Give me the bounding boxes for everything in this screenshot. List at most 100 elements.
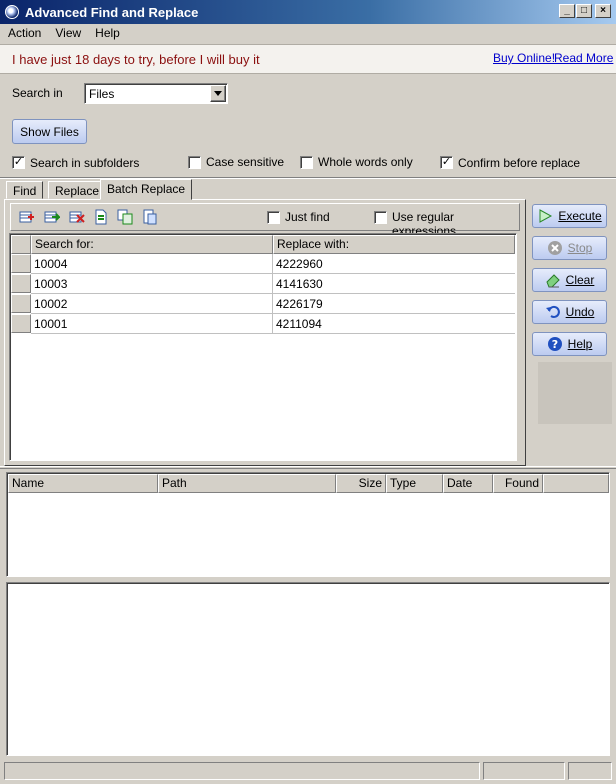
help-button[interactable]: ? Help <box>532 332 607 356</box>
search-cell[interactable]: 10001 <box>31 314 273 334</box>
menu-view[interactable]: View <box>47 26 87 40</box>
divider <box>0 177 616 179</box>
show-files-button[interactable]: Show Files <box>12 119 87 144</box>
splitter[interactable] <box>0 466 616 469</box>
stop-label: Stop <box>567 241 593 255</box>
tab-replace-label: Replace <box>55 184 100 198</box>
column-header-search-label: Search for: <box>35 237 94 251</box>
search-cell[interactable]: 10004 <box>31 254 273 274</box>
row-selector[interactable] <box>11 274 31 293</box>
svg-text:?: ? <box>551 338 557 351</box>
column-header-found[interactable]: Found <box>493 474 543 493</box>
undo-icon <box>545 305 560 318</box>
add-row-icon[interactable] <box>19 209 35 225</box>
show-files-label: Show Files <box>20 124 79 139</box>
stop-button[interactable]: Stop <box>532 236 607 260</box>
column-type-label: Type <box>390 476 417 490</box>
tab-batch-replace-label: Batch Replace <box>107 182 186 196</box>
whole-words-label: Whole words only <box>318 155 413 169</box>
trial-message: I have just 18 days to try, before I wil… <box>12 52 260 67</box>
row-selector[interactable] <box>11 294 31 313</box>
column-header-search[interactable]: Search for: <box>31 235 273 254</box>
dropdown-arrow-button[interactable] <box>210 85 226 102</box>
execute-button[interactable]: Execute <box>532 204 607 228</box>
buy-online-link[interactable]: Buy Online! <box>493 51 555 65</box>
preview-pane[interactable] <box>6 582 610 756</box>
read-more-link[interactable]: Read More <box>554 51 613 65</box>
tab-find[interactable]: Find <box>6 181 44 199</box>
column-header-filler <box>543 474 609 493</box>
just-find-checkbox[interactable] <box>267 211 280 224</box>
case-sensitive-checkbox[interactable] <box>188 156 201 169</box>
column-header-type[interactable]: Type <box>386 474 443 493</box>
chevron-down-icon <box>214 91 222 96</box>
undo-button[interactable]: Undo <box>532 300 607 324</box>
search-cell[interactable]: 10002 <box>31 294 273 314</box>
window-title: Advanced Find and Replace <box>25 4 199 20</box>
clear-button[interactable]: Clear <box>532 268 607 292</box>
column-header-date[interactable]: Date <box>443 474 493 493</box>
export-list-icon[interactable] <box>142 209 158 225</box>
search-in-label: Search in <box>12 86 63 100</box>
status-segment-2 <box>483 762 565 780</box>
subfolders-checkbox[interactable]: ✓ <box>12 156 25 169</box>
menu-action[interactable]: Action <box>0 26 47 40</box>
grid-corner <box>11 235 31 254</box>
case-sensitive-label: Case sensitive <box>206 155 285 169</box>
undo-label: Undo <box>565 305 595 319</box>
help-label: Help <box>567 337 593 351</box>
help-icon: ? <box>547 337 562 351</box>
tab-batch-replace[interactable]: Batch Replace <box>100 179 193 200</box>
confirm-replace-checkbox[interactable]: ✓ <box>440 156 453 169</box>
promo-banner: I have just 18 days to try, before I wil… <box>0 44 616 74</box>
eraser-icon <box>546 274 560 288</box>
column-path-label: Path <box>162 476 187 490</box>
batch-toolbar: Just find Use regular expressions <box>10 203 520 238</box>
search-in-dropdown[interactable]: Files <box>84 83 228 104</box>
row-selector[interactable] <box>11 254 31 273</box>
subfolders-label: Search in subfolders <box>30 156 140 170</box>
copy-list-icon[interactable] <box>117 209 133 225</box>
search-in-value: Files <box>89 87 115 101</box>
just-find-label: Just find <box>285 210 330 224</box>
column-header-path[interactable]: Path <box>158 474 336 493</box>
column-header-size[interactable]: Size <box>336 474 386 493</box>
title-bar: Advanced Find and Replace <box>0 0 616 24</box>
clear-label: Clear <box>565 273 595 287</box>
replace-cell[interactable]: 4211094 <box>273 314 515 334</box>
search-cell[interactable]: 10003 <box>31 274 273 294</box>
results-list[interactable]: Name Path Size Type Date Found <box>6 472 610 577</box>
tab-find-label: Find <box>13 184 37 198</box>
column-name-label: Name <box>12 476 45 490</box>
import-list-icon[interactable] <box>93 209 109 225</box>
tab-replace[interactable]: Replace <box>48 181 107 199</box>
status-segment-main <box>4 762 480 780</box>
column-header-replace[interactable]: Replace with: <box>273 235 515 254</box>
column-date-label: Date <box>447 476 473 490</box>
column-header-name[interactable]: Name <box>8 474 158 493</box>
status-segment-3 <box>568 762 612 780</box>
side-panel-area <box>538 362 612 424</box>
regex-checkbox[interactable] <box>374 211 387 224</box>
execute-label: Execute <box>558 209 602 223</box>
replace-cell[interactable]: 4222960 <box>273 254 515 274</box>
column-found-label: Found <box>504 476 539 490</box>
whole-words-checkbox[interactable] <box>300 156 313 169</box>
replace-cell[interactable]: 4226179 <box>273 294 515 314</box>
stop-icon <box>547 241 562 255</box>
column-header-replace-label: Replace with: <box>277 237 350 251</box>
batch-grid[interactable]: Search for: Replace with: 10004 4222960 … <box>9 233 517 461</box>
maximize-button[interactable]: □ <box>576 4 592 18</box>
close-button[interactable]: × <box>595 4 611 18</box>
confirm-replace-label: Confirm before replace <box>458 156 581 170</box>
insert-row-icon[interactable] <box>44 209 60 225</box>
replace-cell[interactable]: 4141630 <box>273 274 515 294</box>
row-selector[interactable] <box>11 314 31 333</box>
column-size-label: Size <box>358 476 382 490</box>
menu-bar: Action View Help <box>0 24 616 42</box>
menu-help[interactable]: Help <box>87 26 126 40</box>
play-icon <box>539 209 553 223</box>
app-icon <box>5 5 19 19</box>
minimize-button[interactable]: _ <box>559 4 575 18</box>
delete-row-icon[interactable] <box>69 209 85 225</box>
